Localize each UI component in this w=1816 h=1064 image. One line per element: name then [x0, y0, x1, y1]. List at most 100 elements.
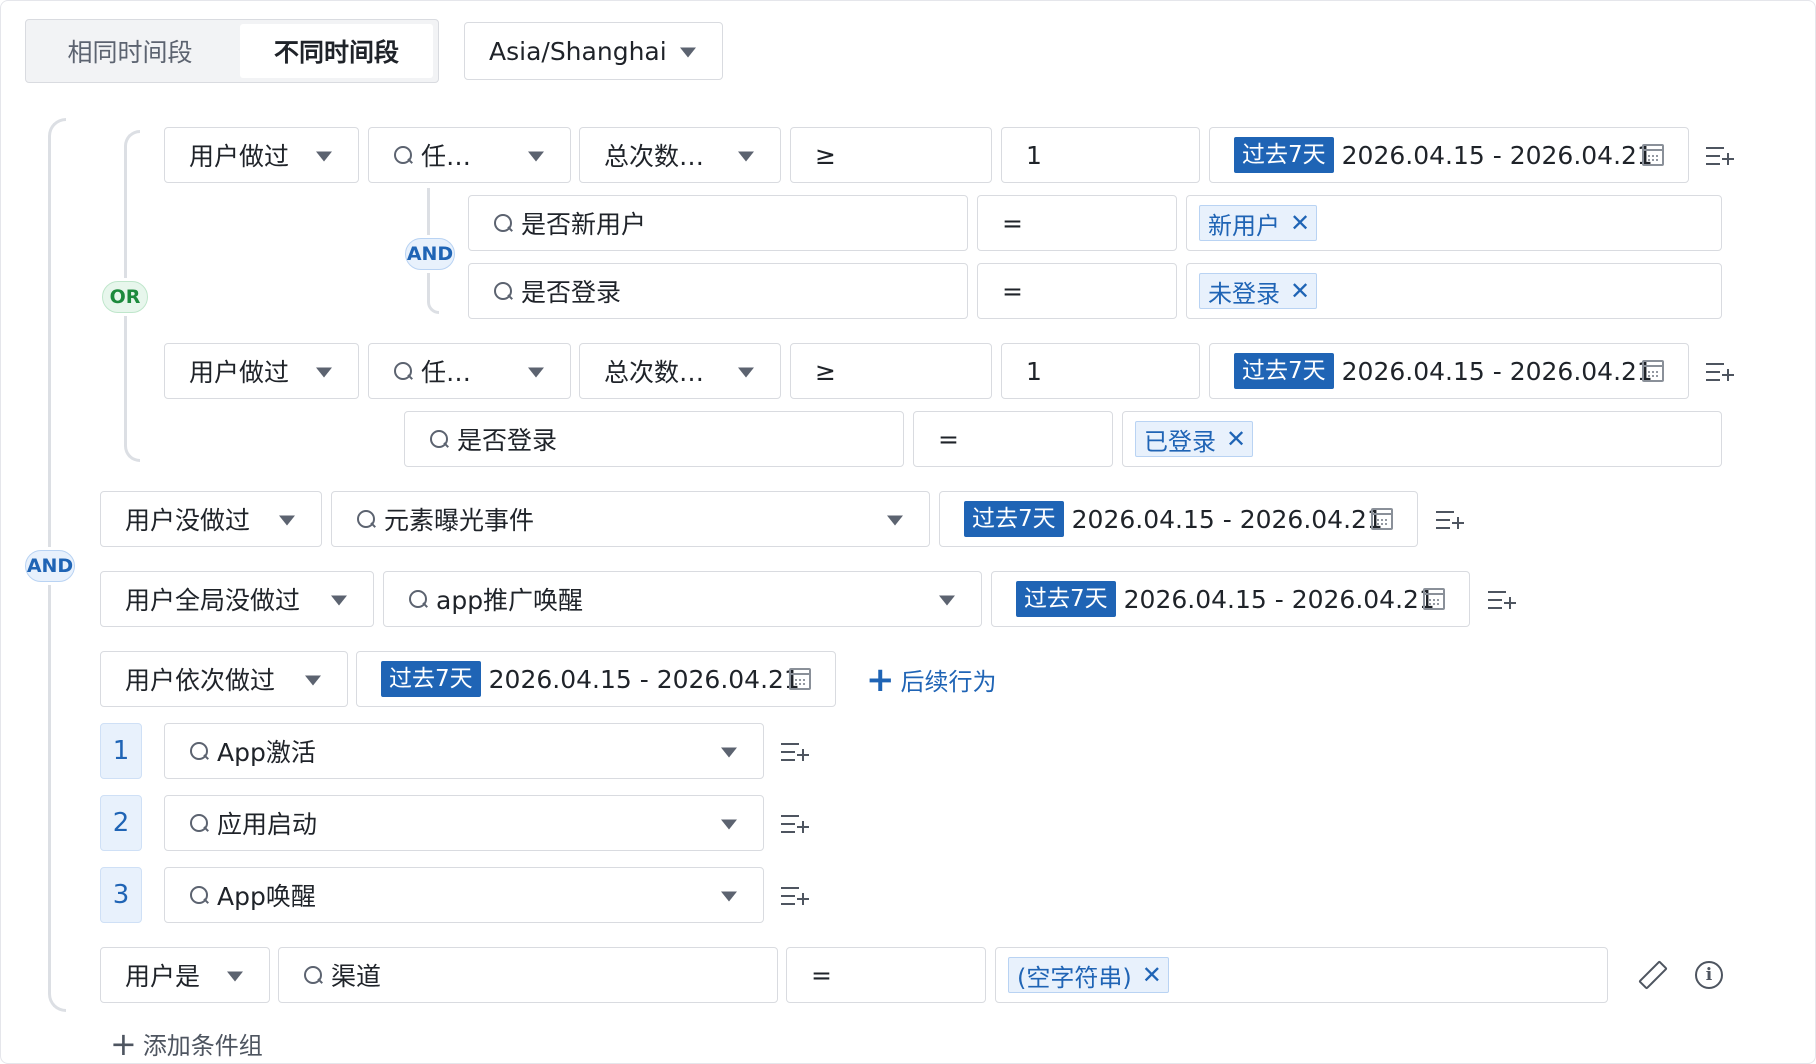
filter-operator-select[interactable]: =: [977, 263, 1177, 319]
search-icon: [189, 885, 209, 905]
search-icon: [393, 145, 413, 165]
time-mode-toggle: 相同时间段 不同时间段: [25, 19, 439, 83]
date-range-picker[interactable]: 过去7天 2026.04.15 - 2026.04.21: [939, 491, 1418, 547]
close-icon[interactable]: ✕: [1290, 277, 1310, 305]
action-select[interactable]: 用户全局没做过: [100, 571, 374, 627]
filter-value-text: 已登录: [1144, 427, 1216, 456]
or-logic-toggle[interactable]: OR: [102, 281, 148, 313]
time-mode-same-option[interactable]: 相同时间段: [30, 24, 230, 78]
filter-value-tag: 已登录 ✕: [1135, 421, 1254, 457]
user-attr-action-select[interactable]: 用户是: [100, 947, 270, 1003]
metric-select[interactable]: 总次数…: [579, 343, 781, 399]
action-value: 用户做过: [189, 142, 290, 171]
event-value: 任…: [421, 358, 472, 387]
filter-value-input[interactable]: 新用户 ✕: [1186, 195, 1722, 251]
event-select[interactable]: app推广唤醒: [383, 571, 982, 627]
filter-value-input[interactable]: 未登录 ✕: [1186, 263, 1722, 319]
search-icon: [429, 429, 449, 449]
event-select[interactable]: 任…: [368, 127, 571, 183]
add-filter-icon[interactable]: [1706, 145, 1734, 167]
filter-operator-value: =: [1002, 208, 1023, 238]
add-filter-icon[interactable]: [781, 813, 809, 835]
metric-value: 总次数…: [604, 358, 705, 387]
user-value-text: (空字符串): [1017, 963, 1132, 992]
action-select[interactable]: 用户没做过: [100, 491, 322, 547]
add-filter-icon[interactable]: [781, 741, 809, 763]
action-select[interactable]: 用户做过: [164, 343, 359, 399]
filter-value-text: 新用户: [1208, 211, 1280, 240]
event-value: app推广唤醒: [436, 586, 584, 615]
add-condition-group-button[interactable]: + 添加条件组: [110, 1026, 263, 1061]
event-select[interactable]: 任…: [368, 343, 571, 399]
action-value: 用户全局没做过: [125, 586, 301, 615]
action-value: 用户没做过: [125, 506, 251, 535]
and-logic-toggle[interactable]: AND: [25, 550, 75, 582]
filter-property-value: 是否新用户: [521, 210, 647, 239]
filter-property-select[interactable]: 是否新用户: [468, 195, 968, 251]
event-select[interactable]: 元素曝光事件: [331, 491, 930, 547]
close-icon[interactable]: ✕: [1290, 209, 1310, 237]
date-range-picker[interactable]: 过去7天 2026.04.15 - 2026.04.21: [1209, 343, 1689, 399]
user-operator-select[interactable]: =: [786, 947, 986, 1003]
add-filter-icon[interactable]: [1436, 509, 1464, 531]
filter-and-logic-toggle[interactable]: AND: [405, 238, 455, 270]
chevron-down-icon: [721, 891, 737, 902]
chevron-down-icon: [331, 595, 347, 606]
chevron-down-icon: [887, 515, 903, 526]
action-select[interactable]: 用户做过: [164, 127, 359, 183]
step-event-select[interactable]: App唤醒: [164, 867, 764, 923]
chevron-down-icon: [721, 819, 737, 830]
user-property-select[interactable]: 渠道: [278, 947, 778, 1003]
filter-operator-select[interactable]: =: [977, 195, 1177, 251]
info-icon[interactable]: i: [1695, 961, 1723, 989]
operator-value: ≥: [815, 356, 836, 386]
calendar-icon: [1642, 144, 1664, 166]
add-filter-icon[interactable]: [1488, 589, 1516, 611]
filter-value-input[interactable]: 已登录 ✕: [1122, 411, 1722, 467]
date-range-picker[interactable]: 过去7天 2026.04.15 - 2026.04.21: [356, 651, 836, 707]
step-event-select[interactable]: App激活: [164, 723, 764, 779]
plus-icon: +: [866, 659, 895, 700]
search-icon: [408, 589, 428, 609]
date-range-picker[interactable]: 过去7天 2026.04.15 - 2026.04.21: [1209, 127, 1689, 183]
filter-property-value: 是否登录: [521, 278, 622, 307]
count-input[interactable]: 1: [1001, 343, 1200, 399]
date-range-picker[interactable]: 过去7天 2026.04.15 - 2026.04.21: [991, 571, 1470, 627]
user-value-input[interactable]: (空字符串) ✕: [995, 947, 1608, 1003]
action-value: 用户是: [125, 962, 201, 991]
user-property-value: 渠道: [331, 962, 382, 991]
close-icon[interactable]: ✕: [1142, 961, 1162, 989]
user-value-tag: (空字符串) ✕: [1008, 957, 1169, 993]
add-subsequent-action-button[interactable]: + 后续行为: [866, 662, 997, 697]
filter-property-select[interactable]: 是否登录: [404, 411, 904, 467]
metric-value: 总次数…: [604, 142, 705, 171]
filter-value-text: 未登录: [1208, 279, 1280, 308]
add-filter-icon[interactable]: [1706, 361, 1734, 383]
filter-operator-select[interactable]: =: [913, 411, 1113, 467]
date-range-text: 2026.04.15 - 2026.04.21: [488, 664, 800, 694]
filter-value-tag: 未登录 ✕: [1199, 273, 1318, 309]
count-input[interactable]: 1: [1001, 127, 1200, 183]
search-icon: [189, 741, 209, 761]
search-icon: [189, 813, 209, 833]
time-mode-different-option[interactable]: 不同时间段: [240, 24, 433, 78]
step-event-value: 应用启动: [217, 810, 318, 839]
filter-property-select[interactable]: 是否登录: [468, 263, 968, 319]
step-number: 2: [100, 795, 142, 851]
calendar-icon: [789, 668, 811, 690]
timezone-select[interactable]: Asia/Shanghai: [464, 22, 723, 80]
step-event-select[interactable]: 应用启动: [164, 795, 764, 851]
add-filter-icon[interactable]: [781, 885, 809, 907]
metric-select[interactable]: 总次数…: [579, 127, 781, 183]
date-preset-tag: 过去7天: [1234, 137, 1334, 173]
close-icon[interactable]: ✕: [1226, 425, 1246, 453]
add-subsequent-label: 后续行为: [900, 668, 997, 696]
date-preset-tag: 过去7天: [964, 501, 1064, 537]
pencil-icon[interactable]: [1640, 962, 1666, 988]
operator-select[interactable]: ≥: [790, 127, 992, 183]
chevron-down-icon: [316, 367, 332, 378]
chevron-down-icon: [227, 971, 243, 982]
operator-select[interactable]: ≥: [790, 343, 992, 399]
action-select[interactable]: 用户依次做过: [100, 651, 348, 707]
search-icon: [356, 509, 376, 529]
